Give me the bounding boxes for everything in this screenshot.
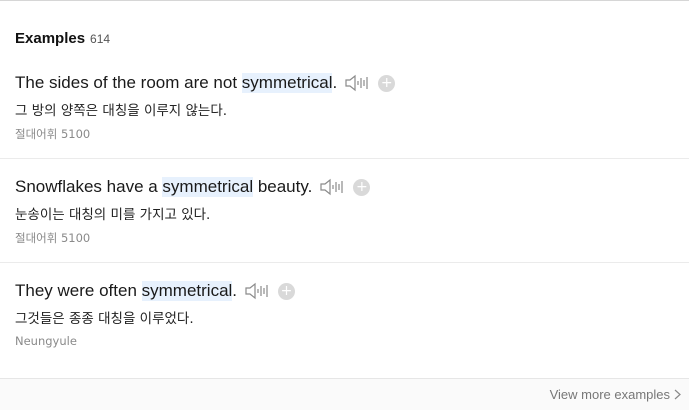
- example-translation: 그것들은 종종 대칭을 이루었다.: [15, 311, 194, 327]
- example-source: 절대어휘 5100: [15, 231, 91, 245]
- plus-circle-icon: +: [280, 282, 293, 299]
- sentence-text-after: .: [232, 281, 238, 300]
- sentence-text-after: .: [332, 73, 338, 92]
- example-translation: 눈송이는 대칭의 미를 가지고 있다.: [15, 207, 211, 223]
- plus-circle-icon: +: [380, 74, 393, 91]
- section-title: Examples: [15, 30, 86, 47]
- examples-footer: View more examples: [0, 378, 689, 410]
- highlighted-word[interactable]: symmetrical: [141, 281, 233, 301]
- highlighted-word[interactable]: symmetrical: [162, 177, 254, 197]
- example-translation: 그 방의 양쪽은 대칭을 이루지 않는다.: [15, 103, 228, 119]
- chevron-right-icon: [674, 389, 681, 400]
- examples-count: 614: [90, 32, 111, 46]
- add-to-wordbook-button[interactable]: +: [278, 282, 296, 300]
- speaker-icon[interactable]: [320, 178, 344, 196]
- example-divider: [0, 158, 689, 159]
- add-to-wordbook-button[interactable]: +: [353, 178, 371, 196]
- plus-circle-icon: +: [355, 178, 368, 195]
- example-divider: [0, 262, 689, 263]
- example-sentence: Snowflakes have a symmetrical beauty. +: [15, 177, 371, 197]
- sentence-text-before: They were often: [15, 281, 142, 300]
- sentence-text-after: beauty.: [253, 177, 313, 196]
- sentence-text-before: The sides of the room are not: [15, 73, 242, 92]
- speaker-icon[interactable]: [345, 74, 369, 92]
- highlighted-word[interactable]: symmetrical: [241, 73, 333, 93]
- view-more-examples-link[interactable]: View more examples: [550, 387, 681, 402]
- examples-header: Examples 614: [15, 30, 110, 47]
- view-more-label: View more examples: [549, 387, 670, 402]
- add-to-wordbook-button[interactable]: +: [378, 74, 396, 92]
- speaker-icon[interactable]: [245, 282, 269, 300]
- example-sentence: The sides of the room are not symmetrica…: [15, 73, 396, 93]
- top-divider: [0, 0, 689, 1]
- example-source: 절대어휘 5100: [15, 127, 91, 141]
- example-sentence: They were often symmetrical . +: [15, 281, 296, 301]
- example-source: Neungyule: [15, 334, 77, 348]
- sentence-text-before: Snowflakes have a: [15, 177, 163, 196]
